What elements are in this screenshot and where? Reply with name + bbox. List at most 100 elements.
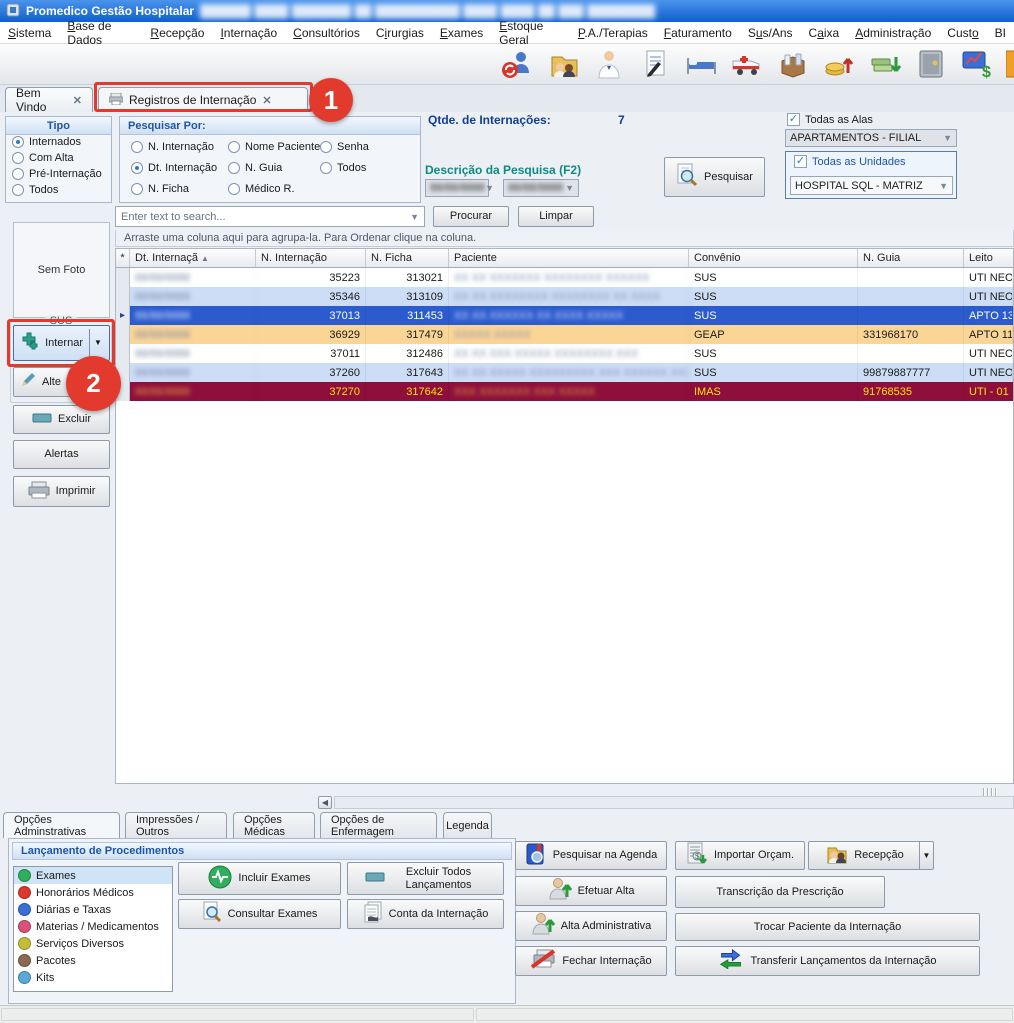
procedure-item[interactable]: Kits — [14, 969, 172, 986]
menu-item[interactable]: Consultórios — [285, 23, 368, 43]
procedure-item[interactable]: Materias / Medicamentos — [14, 918, 172, 935]
menu-item[interactable]: Sistema — [0, 23, 59, 43]
radio-todos-tipo[interactable]: Todos — [12, 184, 58, 196]
printer-icon — [28, 481, 50, 503]
tab-bem-vindo[interactable]: Bem Vindo ✕ — [5, 87, 93, 112]
horizontal-scrollbar[interactable] — [334, 796, 1014, 809]
recepcao-button[interactable]: Recepção — [808, 841, 920, 870]
radio-n-ficha[interactable]: N. Ficha — [131, 183, 189, 195]
bottom-tab-4[interactable]: Opções de Enfermagem — [320, 812, 437, 838]
conta-internacao-button[interactable]: Conta da Internação — [347, 899, 504, 929]
radio-pre-internacao[interactable]: Pré-Internação — [12, 168, 102, 180]
internar-dropdown-arrow[interactable]: ▼ — [89, 329, 102, 357]
menu-item[interactable]: Cirurgias — [368, 23, 432, 43]
menu-item[interactable]: Sus/Ans — [740, 23, 801, 43]
table-row[interactable]: 88/88/888837011312486XX XX XXX XXXXX XXX… — [116, 344, 1013, 363]
menu-item[interactable]: Administração — [847, 23, 939, 43]
table-row[interactable]: 88/88/888836929317479XXXXX XXXXXGEAP3319… — [116, 325, 1013, 344]
bottom-tab-5[interactable]: Legenda — [443, 812, 492, 838]
bottom-tab-2[interactable]: Impressões / Outros — [125, 812, 227, 838]
menu-item[interactable]: P.A./Terapias — [570, 23, 656, 43]
efetuar-alta-button[interactable]: Efetuar Alta — [515, 876, 667, 906]
todas-as-alas-checkbox[interactable]: ✓Todas as Alas — [787, 113, 873, 126]
recepcao-dropdown-arrow[interactable]: ▼ — [919, 841, 934, 870]
bottom-tab-1[interactable]: Opções Adminstrativas — [3, 812, 120, 838]
scroll-left-button[interactable]: ◀ — [318, 796, 332, 809]
menu-item[interactable]: Caixa — [801, 23, 848, 43]
menu-item[interactable]: BI — [987, 23, 1014, 43]
tab-registros-internacao[interactable]: Registros de Internação ✕ — [98, 87, 308, 112]
procedure-item[interactable]: Pacotes — [14, 952, 172, 969]
column-chooser[interactable]: * — [116, 249, 130, 267]
todas-as-unidades-checkbox[interactable]: ✓Todas as Unidades — [794, 155, 906, 168]
safe-icon[interactable] — [914, 47, 948, 81]
table-row[interactable]: ▸88/88/888837013311453XX XX XXXXXX XX XX… — [116, 306, 1013, 325]
document-pen-icon[interactable] — [638, 47, 672, 81]
importar-orcam-button[interactable]: $ Importar Orçam. — [675, 841, 805, 870]
transferir-lancamentos-button[interactable]: Transferir Lançamentos da Internação — [675, 946, 980, 976]
date-to-combo[interactable]: 88/88/8888▼ — [503, 179, 579, 197]
search-input[interactable]: Enter text to search... ▼ — [115, 206, 425, 227]
money-down-icon[interactable] — [868, 47, 902, 81]
procurar-button[interactable]: Procurar — [433, 206, 509, 227]
table-row[interactable]: 88/88/888835223313021XX XX XXXXXXX XXXXX… — [116, 268, 1013, 287]
radio-medico-r[interactable]: Médico R. — [228, 183, 295, 195]
date-from-combo[interactable]: 88/88/8888▼ — [425, 179, 489, 197]
alas-combo[interactable]: APARTAMENTOS - FILIAL▼ — [785, 129, 957, 147]
fechar-internacao-button[interactable]: Fechar Internação — [515, 946, 667, 976]
menu-item[interactable]: Internação — [212, 23, 285, 43]
procedure-item[interactable]: Honorários Médicos — [14, 884, 172, 901]
bottom-tab-3[interactable]: Opções Médicas — [233, 812, 315, 838]
menu-item[interactable]: Exames — [432, 23, 491, 43]
pesquisar-agenda-button[interactable]: Pesquisar na Agenda — [515, 841, 667, 870]
radio-n-internacao[interactable]: N. Internação — [131, 141, 214, 153]
transcricao-prescricao-button[interactable]: Transcrição da Prescrição — [675, 876, 885, 908]
imprimir-button[interactable]: Imprimir — [13, 476, 110, 507]
menu-item[interactable]: Recepção — [142, 23, 212, 43]
table-row[interactable]: 88/88/888837260317643XX XX XXXXX XXXXXXX… — [116, 363, 1013, 382]
money-up-icon[interactable] — [822, 47, 856, 81]
radio-com-alta[interactable]: Com Alta — [12, 152, 74, 164]
finance-chart-icon[interactable]: $ — [960, 47, 994, 81]
col-n-internacao[interactable]: N. Internação — [256, 249, 366, 267]
table-row[interactable]: 88/88/888835346313109XX XX XXXXXXXX XXXX… — [116, 287, 1013, 306]
radio-todos-pesquisa[interactable]: Todos — [320, 162, 366, 174]
unidades-combo[interactable]: HOSPITAL SQL - MATRIZ▼ — [790, 176, 953, 195]
col-dt-internacao[interactable]: Dt. Internaçã ▲ — [130, 249, 256, 267]
window-title-redacted: ██████ ████ ███████ ██ ██████████ ████ █… — [200, 4, 655, 18]
doctor-icon[interactable] — [592, 47, 626, 81]
pesquisar-button[interactable]: Pesquisar — [664, 157, 765, 197]
reception-people-icon[interactable] — [546, 47, 580, 81]
col-paciente[interactable]: Paciente — [449, 249, 689, 267]
radio-dt-internacao[interactable]: Dt. Internação — [131, 162, 217, 174]
stock-box-icon[interactable] — [776, 47, 810, 81]
menu-item[interactable]: Faturamento — [656, 23, 740, 43]
col-n-guia[interactable]: N. Guia — [858, 249, 964, 267]
trocar-paciente-button[interactable]: Trocar Paciente da Internação — [675, 913, 980, 941]
alertas-button[interactable]: Alertas — [13, 440, 110, 469]
radio-senha[interactable]: Senha — [320, 141, 369, 153]
limpar-button[interactable]: Limpar — [518, 206, 594, 227]
cut-off-icon[interactable] — [1006, 47, 1014, 81]
radio-nome-paciente[interactable]: Nome Paciente — [228, 141, 320, 153]
menu-item[interactable]: Custo — [939, 23, 986, 43]
procedure-item[interactable]: Serviços Diversos — [14, 935, 172, 952]
col-n-ficha[interactable]: N. Ficha — [366, 249, 449, 267]
person-up-arrow-icon — [531, 912, 555, 940]
consultar-exames-button[interactable]: Consultar Exames — [178, 899, 341, 929]
incluir-exames-button[interactable]: Incluir Exames — [178, 862, 341, 895]
procedure-item[interactable]: Diárias e Taxas — [14, 901, 172, 918]
radio-n-guia[interactable]: N. Guia — [228, 162, 282, 174]
close-icon[interactable]: ✕ — [262, 94, 271, 107]
hospital-bed-icon[interactable] — [684, 47, 718, 81]
col-convenio[interactable]: Convênio — [689, 249, 858, 267]
col-leito[interactable]: Leito — [964, 249, 1013, 267]
user-sync-icon[interactable] — [500, 47, 534, 81]
procedure-item[interactable]: Exames — [14, 867, 172, 884]
close-icon[interactable]: ✕ — [73, 94, 82, 107]
ambulance-icon[interactable] — [730, 47, 764, 81]
radio-internados[interactable]: Internados — [12, 136, 81, 148]
excluir-todos-button[interactable]: Excluir Todos Lançamentos — [347, 862, 504, 895]
table-row[interactable]: 88/88/888837270317642XXX XXXXXXX XXX XXX… — [116, 382, 1013, 401]
alta-administrativa-button[interactable]: Alta Administrativa — [515, 911, 667, 941]
